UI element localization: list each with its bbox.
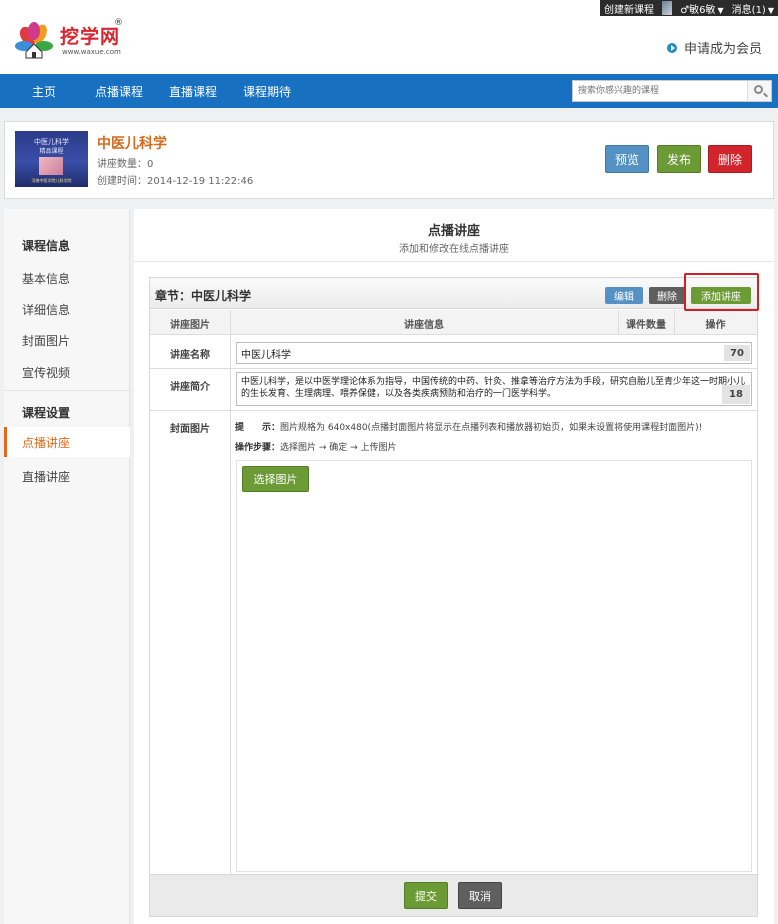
nav-item-live[interactable]: 直播课程: [169, 83, 217, 100]
sidebar-item-details[interactable]: 详细信息: [22, 301, 70, 318]
lecture-name-input[interactable]: 中医儿科学: [236, 342, 752, 364]
column-divider: [618, 310, 619, 335]
column-header-info: 讲座信息: [404, 320, 444, 331]
play-circle-icon: [666, 42, 677, 53]
search-box: [572, 80, 772, 102]
sidebar-item-live-lectures[interactable]: 直播讲座: [22, 468, 70, 485]
created-time: 创建时间：2014-12-19 11:22:46: [97, 176, 254, 187]
page-title: 点播讲座: [427, 224, 480, 239]
label-lecture-intro: 讲座简介: [170, 382, 210, 393]
intro-char-counter: 18: [722, 385, 750, 404]
chapter-header: 章节：中医儿科学 编辑 删除 添加讲座: [150, 278, 757, 309]
label-lecture-name: 讲座名称: [170, 350, 210, 361]
tip-label: 提 示：: [235, 423, 281, 433]
lecture-intro-value: 中医儿科学，是以中医学理论体系为指导，中国传统的中药、针灸、推拿等治疗方法为手段…: [241, 377, 746, 399]
site-header: 挖学网 ® www.waxue.com 申请成为会员: [0, 16, 778, 74]
submit-button[interactable]: 提交: [404, 882, 448, 909]
column-divider: [674, 310, 675, 335]
course-thumbnail: 中医儿科学 精品课程 河南中医学院儿科学院: [15, 131, 88, 187]
lecture-count: 讲座数量：0: [97, 159, 154, 170]
thumb-subtitle: 精品课程: [39, 148, 64, 155]
cancel-button[interactable]: 取消: [458, 882, 502, 909]
select-image-button[interactable]: 选择图片: [242, 466, 309, 492]
user-menu[interactable]: ♂敏6敏 ▼: [676, 1, 727, 16]
row-divider: [150, 368, 757, 369]
lecture-name-value: 中医儿科学: [241, 349, 291, 361]
publish-button[interactable]: 发布: [657, 145, 701, 173]
sidebar-item-label: 点播讲座: [22, 436, 71, 450]
row-divider: [150, 410, 757, 411]
caret-down-icon: ▼: [717, 5, 724, 15]
become-member-label: 申请成为会员: [683, 42, 762, 57]
sidebar-item-promo-video[interactable]: 宣传视频: [22, 364, 70, 381]
nav-item-vod[interactable]: 点播课程: [95, 83, 143, 100]
logo-text: 挖学网: [60, 26, 121, 48]
sidebar-group-course-settings: 课程设置: [22, 406, 71, 420]
user-name: ♂敏6敏: [680, 4, 716, 16]
create-course-link[interactable]: 创建新课程: [600, 1, 658, 16]
messages-label: 消息(1): [731, 4, 766, 16]
main-content: 点播讲座 添加和修改在线点播讲座 章节：中医儿科学 编辑 删除 添加讲座 讲座图…: [134, 209, 774, 924]
add-lecture-highlight: [684, 273, 759, 311]
logo-url: www.waxue.com: [62, 48, 121, 56]
title-divider: [134, 261, 774, 262]
delete-chapter-button[interactable]: 删除: [649, 287, 685, 304]
table-header: 讲座图片 讲座信息 课件数量 操作: [150, 310, 757, 335]
sidebar-group-course-info: 课程信息: [22, 239, 71, 253]
preview-button[interactable]: 预览: [605, 145, 649, 173]
logo-flower-icon: [15, 22, 53, 59]
steps-text: 选择图片 → 确定 → 上传图片: [280, 443, 397, 453]
column-header-count: 课件数量: [626, 320, 666, 331]
thumb-footer: 河南中医学院儿科学院: [31, 178, 72, 183]
messages-menu[interactable]: 消息(1) ▼: [728, 1, 778, 16]
sidebar-item-cover-image[interactable]: 封面图片: [22, 332, 70, 349]
search-icon: [754, 85, 763, 94]
page-subtitle: 添加和修改在线点播讲座: [399, 244, 509, 255]
top-utility-bar: 创建新课程 ♂敏6敏 ▼ 消息(1) ▼: [0, 0, 778, 16]
sidebar-item-vod-lectures[interactable]: 点播讲座: [4, 427, 130, 457]
nav-item-upcoming[interactable]: 课程期待: [243, 83, 291, 100]
column-header-image: 讲座图片: [170, 320, 210, 331]
course-title[interactable]: 中医儿科学: [97, 133, 167, 153]
become-member-link[interactable]: 申请成为会员: [666, 38, 762, 57]
site-logo[interactable]: 挖学网 ® www.waxue.com: [12, 18, 123, 68]
nav-item-home[interactable]: 主页: [32, 83, 56, 100]
chapter-section: 章节：中医儿科学 编辑 删除 添加讲座 讲座图片 讲座信息 课件数量 操作 讲座…: [149, 277, 758, 917]
sidebar-item-basic-info[interactable]: 基本信息: [22, 270, 70, 287]
steps-label: 操作步骤：: [235, 443, 281, 453]
chapter-title: 章节：中医儿科学: [155, 289, 252, 303]
lecture-intro-textarea[interactable]: 中医儿科学，是以中医学理论体系为指导，中国传统的中药、针灸、推拿等治疗方法为手段…: [236, 372, 752, 406]
form-footer: 提交 取消: [150, 874, 757, 916]
edit-chapter-button[interactable]: 编辑: [605, 287, 643, 304]
course-sidebar: 课程信息 基本信息 详细信息 封面图片 宣传视频 课程设置 点播讲座 直播讲座: [4, 209, 130, 924]
image-upload-area: 选择图片: [236, 460, 752, 872]
user-avatar[interactable]: [662, 1, 673, 15]
user-toolbar: 创建新课程 ♂敏6敏 ▼ 消息(1) ▼: [600, 0, 778, 16]
column-divider: [230, 310, 231, 874]
cover-steps: 操作步骤：选择图片 → 确定 → 上传图片: [235, 440, 397, 453]
thumb-photo: [39, 157, 63, 175]
name-char-counter: 70: [724, 345, 750, 361]
tip-text: 图片规格为 640x480(点播封面图片将显示在点播列表和播放器初始页，如果未设…: [280, 423, 703, 433]
registered-mark: ®: [114, 18, 123, 28]
label-cover-image: 封面图片: [170, 424, 210, 435]
search-input[interactable]: [573, 81, 747, 101]
sidebar-divider: [4, 390, 130, 391]
cover-tip: 提 示：图片规格为 640x480(点播封面图片将显示在点播列表和播放器初始页，…: [235, 420, 702, 433]
search-button[interactable]: [747, 81, 771, 101]
delete-course-button[interactable]: 删除: [708, 145, 752, 173]
course-summary-card: 中医儿科学 精品课程 河南中医学院儿科学院 中医儿科学 讲座数量：0 创建时间：…: [4, 121, 774, 199]
column-header-action: 操作: [705, 320, 726, 331]
caret-down-icon: ▼: [767, 5, 774, 15]
